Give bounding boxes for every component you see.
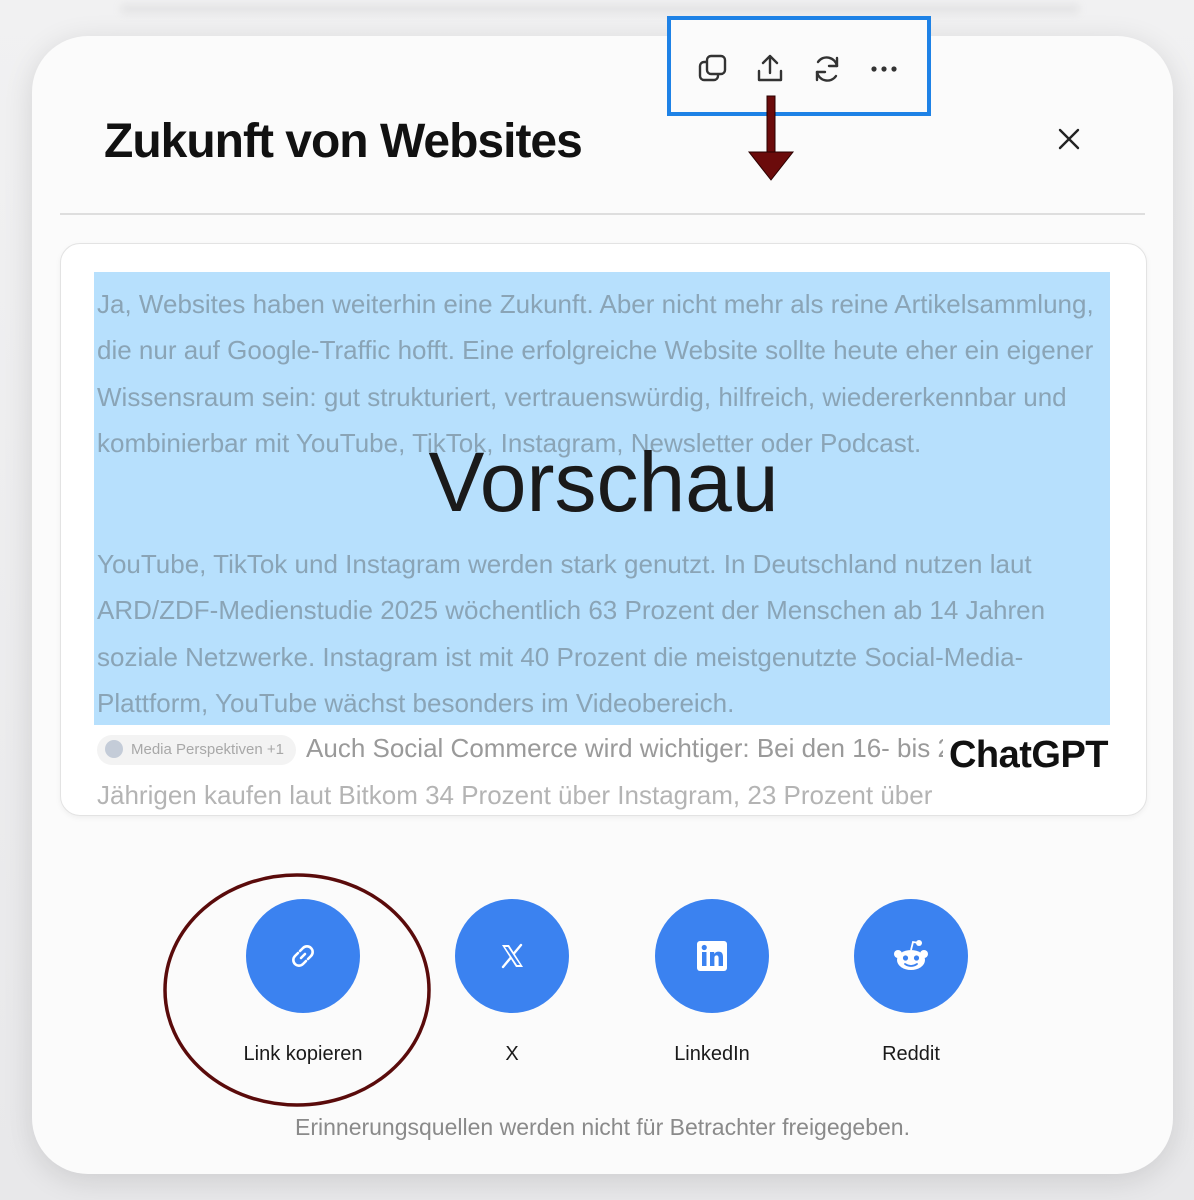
reddit-icon	[894, 940, 928, 970]
refresh-icon[interactable]	[810, 52, 844, 86]
annotation-arrow	[747, 95, 795, 181]
share-linkedin[interactable]: LinkedIn	[612, 899, 812, 1066]
annotation-toolbar-box	[667, 16, 931, 116]
share-upload-icon[interactable]	[753, 52, 787, 86]
source-chip-label: Media Perspektiven	[131, 741, 263, 759]
preview-paragraph-2: YouTube, TikTok und Instagram werden sta…	[97, 549, 1046, 719]
divider	[60, 213, 1145, 215]
dialog-title: Zukunft von Websites	[104, 115, 583, 168]
x-logo-icon	[501, 943, 523, 969]
source-favicon-icon	[105, 739, 123, 758]
more-icon[interactable]	[867, 52, 901, 86]
footnote: Erinnerungsquellen werden nicht für Betr…	[295, 1114, 910, 1140]
preview-card: Ja, Websites haben weiterhin eine Zukunf…	[60, 243, 1147, 816]
share-label-reddit: Reddit	[882, 1043, 940, 1065]
linkedin-icon	[697, 941, 727, 971]
close-icon[interactable]	[1054, 124, 1084, 154]
share-reddit[interactable]: Reddit	[811, 899, 1011, 1066]
source-chip[interactable]: Media Perspektiven +1	[97, 735, 297, 766]
annotation-ellipse	[163, 873, 431, 1107]
share-x[interactable]: X	[412, 899, 612, 1066]
chatgpt-brand: ChatGPT	[942, 734, 1109, 777]
copy-icon[interactable]	[696, 52, 730, 86]
linkedin-share-button[interactable]	[655, 899, 769, 1013]
preview-overlay-label: Vorschau	[428, 435, 779, 529]
source-chip-count: +1	[266, 741, 285, 759]
reddit-share-button[interactable]	[854, 899, 968, 1013]
share-label-x: X	[505, 1043, 519, 1065]
x-share-button[interactable]	[455, 899, 569, 1013]
background-blur-text	[120, 4, 1080, 14]
share-dialog: Zukunft von Websites Ja, Websites haben …	[32, 16, 1173, 1174]
preview-line-4: Jährigen kaufen laut Bitkom 34 Prozent ü…	[97, 780, 933, 810]
preview-line-3-text: Auch Social Commerce wird wichtiger: Bei…	[306, 733, 976, 763]
share-label-linkedin: LinkedIn	[674, 1043, 750, 1065]
